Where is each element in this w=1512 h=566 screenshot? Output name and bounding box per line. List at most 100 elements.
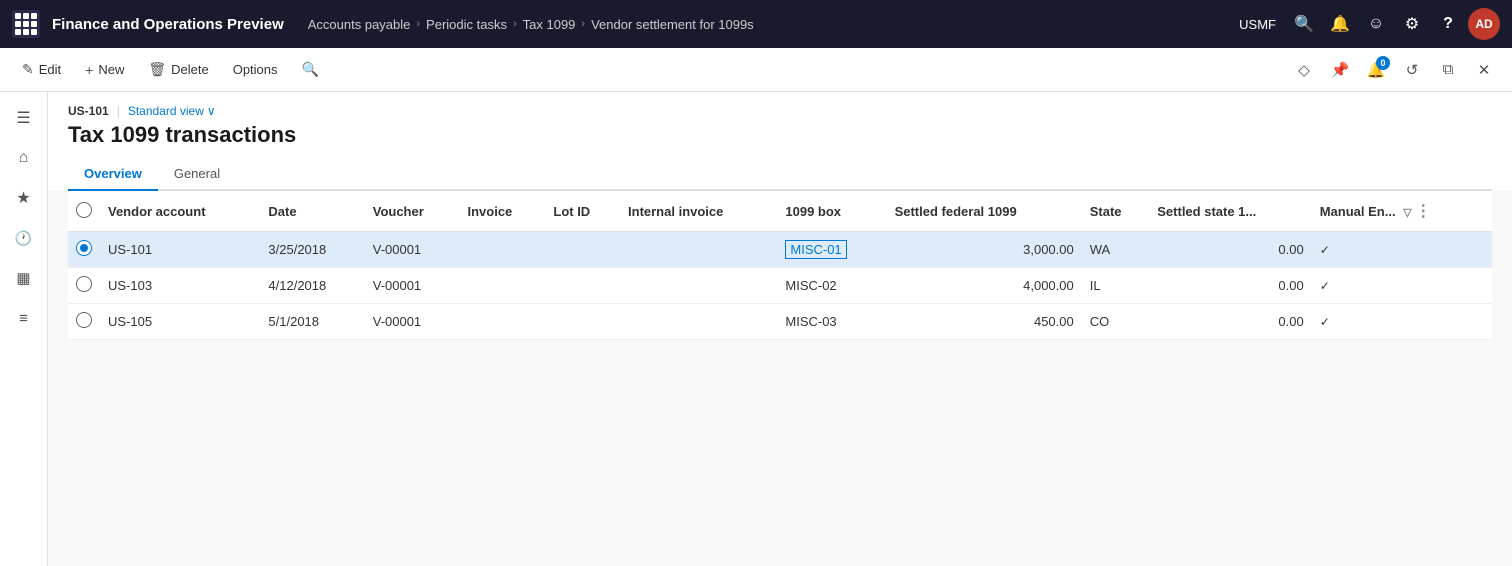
diamond-icon[interactable]: ◇ bbox=[1288, 54, 1320, 86]
cell-internal-invoice bbox=[620, 304, 777, 340]
col-header-internal-invoice[interactable]: Internal invoice bbox=[620, 191, 777, 232]
options-button[interactable]: Options bbox=[223, 57, 288, 82]
breadcrumb-item-3[interactable]: Tax 1099 bbox=[523, 17, 576, 32]
cell-invoice bbox=[459, 232, 545, 268]
edit-icon: ✎ bbox=[22, 61, 34, 78]
app-grid-button[interactable] bbox=[12, 10, 40, 38]
row-radio-cell[interactable] bbox=[68, 304, 100, 340]
col-more-icon[interactable]: ⋮ bbox=[1415, 203, 1431, 220]
row-radio[interactable] bbox=[76, 312, 92, 328]
table-row: US-1034/12/2018V-00001MISC-024,000.00IL0… bbox=[68, 268, 1492, 304]
cell-settled-federal: 450.00 bbox=[887, 304, 1082, 340]
cell-lot-id bbox=[545, 232, 620, 268]
col-header-date[interactable]: Date bbox=[260, 191, 364, 232]
cell-1099-box[interactable]: MISC-03 bbox=[777, 304, 886, 340]
cell-settled-federal: 3,000.00 bbox=[887, 232, 1082, 268]
cell-1099-box[interactable]: MISC-02 bbox=[777, 268, 886, 304]
view-header: US-101 | Standard view ∨ Tax 1099 transa… bbox=[48, 92, 1512, 158]
view-name-label: Standard view bbox=[128, 104, 204, 118]
breadcrumb-item-4[interactable]: Vendor settlement for 1099s bbox=[591, 17, 754, 32]
new-label: New bbox=[98, 62, 124, 77]
row-radio-cell[interactable] bbox=[68, 268, 100, 304]
search-button-toolbar[interactable]: 🔍 bbox=[292, 56, 329, 83]
cell-1099-box[interactable]: MISC-01 bbox=[777, 232, 886, 268]
checkmark-icon: ✓ bbox=[1320, 315, 1330, 329]
filter-icon[interactable]: ▽ bbox=[1403, 207, 1411, 219]
row-radio[interactable] bbox=[76, 276, 92, 292]
col-header-manual-en[interactable]: Manual En... ▽ ⋮ bbox=[1312, 191, 1492, 232]
checkmark-icon: ✓ bbox=[1320, 279, 1330, 293]
cell-internal-invoice bbox=[620, 232, 777, 268]
new-button[interactable]: + New bbox=[75, 57, 134, 83]
cell-internal-invoice bbox=[620, 268, 777, 304]
view-id: US-101 bbox=[68, 104, 109, 118]
help-icon[interactable]: ? bbox=[1432, 8, 1464, 40]
sidebar-item-favorites[interactable]: ★ bbox=[6, 180, 42, 216]
refresh-icon[interactable]: ↺ bbox=[1396, 54, 1428, 86]
pin-icon[interactable]: 📌 bbox=[1324, 54, 1356, 86]
sidebar-item-menu[interactable]: ☰ bbox=[6, 100, 42, 136]
delete-icon: 🗑 bbox=[148, 61, 166, 78]
sidebar-item-recent[interactable]: 🕐 bbox=[6, 220, 42, 256]
cell-settled-federal: 4,000.00 bbox=[887, 268, 1082, 304]
tab-overview[interactable]: Overview bbox=[68, 158, 158, 191]
cell-manual-en: ✓ bbox=[1312, 232, 1492, 268]
delete-button[interactable]: 🗑 Delete bbox=[138, 56, 218, 83]
col-header-lot-id[interactable]: Lot ID bbox=[545, 191, 620, 232]
breadcrumb-sep-2: › bbox=[513, 18, 517, 30]
tab-general[interactable]: General bbox=[158, 158, 236, 191]
cell-date: 3/25/2018 bbox=[260, 232, 364, 268]
col-header-settled-federal[interactable]: Settled federal 1099 bbox=[887, 191, 1082, 232]
checkmark-icon: ✓ bbox=[1320, 243, 1330, 257]
notification-icon[interactable]: 🔔 0 bbox=[1360, 54, 1392, 86]
col-header-select[interactable] bbox=[68, 191, 100, 232]
breadcrumb-item-1[interactable]: Accounts payable bbox=[308, 17, 411, 32]
view-name-selector[interactable]: Standard view ∨ bbox=[128, 104, 216, 118]
bell-icon[interactable]: 🔔 bbox=[1324, 8, 1356, 40]
sidebar-item-home[interactable]: ⌂ bbox=[6, 140, 42, 176]
cell-date: 5/1/2018 bbox=[260, 304, 364, 340]
cell-manual-en: ✓ bbox=[1312, 304, 1492, 340]
row-radio-cell[interactable] bbox=[68, 232, 100, 268]
table-row: US-1013/25/2018V-00001MISC-013,000.00WA0… bbox=[68, 232, 1492, 268]
col-header-vendor-account[interactable]: Vendor account bbox=[100, 191, 260, 232]
search-icon-toolbar: 🔍 bbox=[302, 61, 319, 78]
close-icon[interactable]: ✕ bbox=[1468, 54, 1500, 86]
sidebar: ☰ ⌂ ★ 🕐 ▦ ≡ bbox=[0, 92, 48, 566]
avatar[interactable]: AD bbox=[1468, 8, 1500, 40]
cell-settled-state: 0.00 bbox=[1149, 268, 1311, 304]
col-header-state[interactable]: State bbox=[1082, 191, 1150, 232]
breadcrumb-item-2[interactable]: Periodic tasks bbox=[426, 17, 507, 32]
smiley-icon[interactable]: ☺ bbox=[1360, 8, 1392, 40]
breadcrumb: Accounts payable › Periodic tasks › Tax … bbox=[308, 17, 1239, 32]
cell-state: IL bbox=[1082, 268, 1150, 304]
view-meta: US-101 | Standard view ∨ bbox=[68, 104, 1492, 118]
col-header-invoice[interactable]: Invoice bbox=[459, 191, 545, 232]
open-in-icon[interactable]: ⧉ bbox=[1432, 54, 1464, 86]
new-icon: + bbox=[85, 62, 93, 78]
cell-invoice bbox=[459, 304, 545, 340]
cell-vendor-account: US-103 bbox=[100, 268, 260, 304]
table-row: US-1055/1/2018V-00001MISC-03450.00CO0.00… bbox=[68, 304, 1492, 340]
col-header-voucher[interactable]: Voucher bbox=[365, 191, 460, 232]
sidebar-item-workspaces[interactable]: ▦ bbox=[6, 260, 42, 296]
sidebar-item-modules[interactable]: ≡ bbox=[6, 300, 42, 336]
edit-button[interactable]: ✎ Edit bbox=[12, 56, 71, 83]
1099-box-link[interactable]: MISC-01 bbox=[785, 240, 846, 259]
col-header-1099-box[interactable]: 1099 box bbox=[777, 191, 886, 232]
breadcrumb-sep-1: › bbox=[416, 18, 420, 30]
search-icon-top[interactable]: 🔍 bbox=[1288, 8, 1320, 40]
gear-icon[interactable]: ⚙ bbox=[1396, 8, 1428, 40]
page-title: Tax 1099 transactions bbox=[68, 122, 1492, 148]
tabs: Overview General bbox=[68, 158, 1492, 191]
row-radio[interactable] bbox=[76, 240, 92, 256]
cell-vendor-account: US-101 bbox=[100, 232, 260, 268]
cell-state: WA bbox=[1082, 232, 1150, 268]
breadcrumb-sep-3: › bbox=[581, 18, 585, 30]
cell-lot-id bbox=[545, 304, 620, 340]
cell-vendor-account: US-105 bbox=[100, 304, 260, 340]
header-radio[interactable] bbox=[76, 202, 92, 218]
cell-voucher: V-00001 bbox=[365, 304, 460, 340]
main-layout: ☰ ⌂ ★ 🕐 ▦ ≡ US-101 | Standard view ∨ Tax… bbox=[0, 92, 1512, 566]
col-header-settled-state[interactable]: Settled state 1... bbox=[1149, 191, 1311, 232]
